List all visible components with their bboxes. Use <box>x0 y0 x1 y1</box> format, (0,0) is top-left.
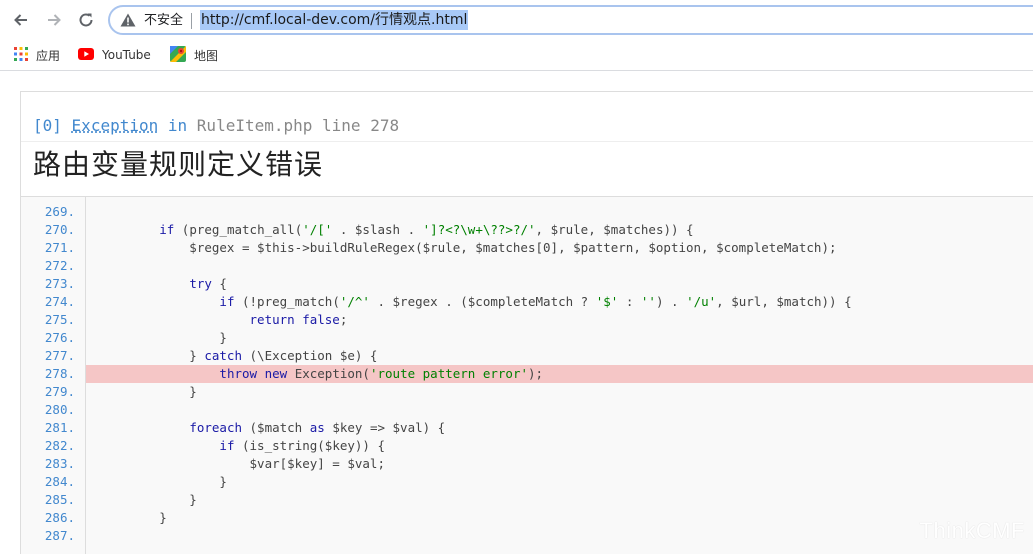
back-button[interactable] <box>10 9 32 31</box>
reload-button[interactable] <box>75 9 97 31</box>
code-line: 285. } <box>21 491 1033 509</box>
code-text: throw new Exception('route pattern error… <box>99 365 543 383</box>
exception-line-word: line <box>322 116 361 135</box>
line-number: 279. <box>21 383 75 401</box>
youtube-icon <box>78 48 94 63</box>
bookmark-youtube[interactable]: YouTube <box>78 40 151 70</box>
browser-toolbar: 不安全 http://cmf.local-dev.com/行情观点.html <box>0 0 1033 40</box>
forward-button[interactable] <box>43 9 65 31</box>
exception-info: [0] Exception in RuleItem.php line 278 <box>33 116 399 135</box>
code-line: 277. } catch (\Exception $e) { <box>21 347 1033 365</box>
code-text: } <box>99 329 227 347</box>
security-label[interactable]: 不安全 <box>144 13 183 29</box>
bookmark-maps[interactable]: 地图 <box>170 40 218 70</box>
code-text: } <box>99 509 167 527</box>
line-number: 278. <box>21 365 75 383</box>
line-number: 276. <box>21 329 75 347</box>
line-number: 275. <box>21 311 75 329</box>
code-text: } <box>99 473 227 491</box>
maps-icon <box>170 46 186 65</box>
exception-index: [0] <box>33 116 62 135</box>
exception-line-number: 278 <box>370 116 399 135</box>
code-line: 269. <box>21 203 1033 221</box>
line-number: 283. <box>21 455 75 473</box>
code-line: 272. <box>21 257 1033 275</box>
bookmark-label: 应用 <box>36 47 60 64</box>
line-number: 273. <box>21 275 75 293</box>
code-line: 276. } <box>21 329 1033 347</box>
reload-icon <box>77 11 95 29</box>
code-text: return false; <box>99 311 347 329</box>
line-number: 282. <box>21 437 75 455</box>
line-number: 281. <box>21 419 75 437</box>
line-number: 272. <box>21 257 75 275</box>
exception-file: RuleItem.php <box>197 116 313 135</box>
code-text: } catch (\Exception $e) { <box>99 347 377 365</box>
code-line: 275. return false; <box>21 311 1033 329</box>
code-line: 274. if (!preg_match('/^' . $regex . ($c… <box>21 293 1033 311</box>
code-line: 279. } <box>21 383 1033 401</box>
code-line: 284. } <box>21 473 1033 491</box>
omnibox-separator <box>191 13 192 29</box>
code-text: foreach ($match as $key => $val) { <box>99 419 445 437</box>
bookmark-apps[interactable]: 应用 <box>14 40 60 70</box>
code-line: 282. if (is_string($key)) { <box>21 437 1033 455</box>
code-text: $regex = $this->buildRuleRegex($rule, $m… <box>99 239 837 257</box>
code-text: if (is_string($key)) { <box>99 437 385 455</box>
line-number: 280. <box>21 401 75 419</box>
divider <box>21 141 1033 142</box>
code-line: 283. $var[$key] = $val; <box>21 455 1033 473</box>
code-text: if (preg_match_all('/[' . $slash . ']?<?… <box>99 221 694 239</box>
apps-grid-icon <box>14 47 28 64</box>
line-number: 286. <box>21 509 75 527</box>
code-line-highlighted: 278. throw new Exception('route pattern … <box>21 365 1033 383</box>
line-number: 277. <box>21 347 75 365</box>
code-line: 270. if (preg_match_all('/[' . $slash . … <box>21 221 1033 239</box>
line-number: 270. <box>21 221 75 239</box>
code-text: try { <box>99 275 227 293</box>
code-text: } <box>99 383 197 401</box>
line-number: 269. <box>21 203 75 221</box>
exception-class-link[interactable]: Exception <box>72 116 159 135</box>
code-line: 271. $regex = $this->buildRuleRegex($rul… <box>21 239 1033 257</box>
code-text: $var[$key] = $val; <box>99 455 385 473</box>
line-number: 287. <box>21 527 75 545</box>
line-number: 274. <box>21 293 75 311</box>
exception-panel: [0] Exception in RuleItem.php line 278 路… <box>20 91 1033 554</box>
exception-message: 路由变量规则定义错误 <box>33 148 323 182</box>
code-line: 286. } <box>21 509 1033 527</box>
arrow-right-icon <box>45 11 63 29</box>
watermark: ThinkCMF <box>920 518 1025 544</box>
exception-in: in <box>168 116 187 135</box>
warning-icon <box>120 13 136 27</box>
line-number: 284. <box>21 473 75 491</box>
page-viewport[interactable]: [0] Exception in RuleItem.php line 278 路… <box>0 71 1033 554</box>
line-number: 285. <box>21 491 75 509</box>
code-text: } <box>99 491 197 509</box>
code-text: if (!preg_match('/^' . $regex . ($comple… <box>99 293 852 311</box>
bookmark-label: 地图 <box>194 47 218 64</box>
code-line: 280. <box>21 401 1033 419</box>
arrow-left-icon <box>12 11 30 29</box>
code-line: 273. try { <box>21 275 1033 293</box>
url-text[interactable]: http://cmf.local-dev.com/行情观点.html <box>200 10 468 30</box>
source-code-block: 269. 270. if (preg_match_all('/[' . $slas… <box>21 196 1033 554</box>
address-bar[interactable]: 不安全 http://cmf.local-dev.com/行情观点.html <box>108 5 1033 35</box>
line-number: 271. <box>21 239 75 257</box>
bookmark-label: YouTube <box>102 48 151 62</box>
code-line: 287. <box>21 527 1033 545</box>
bookmarks-bar: 应用 YouTube 地图 <box>0 40 1033 71</box>
code-line: 281. foreach ($match as $key => $val) { <box>21 419 1033 437</box>
